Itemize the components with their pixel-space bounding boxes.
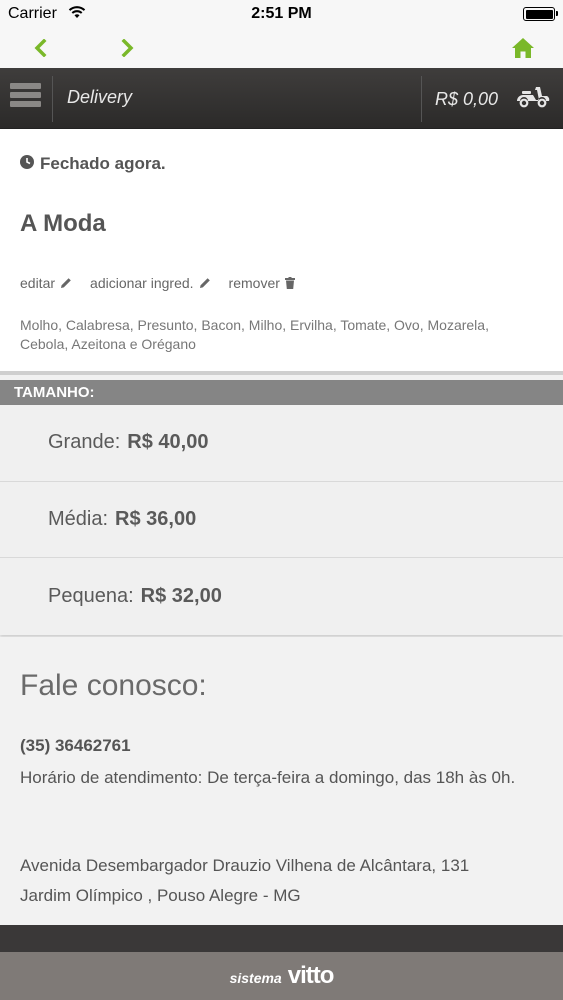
header-divider [52, 76, 53, 122]
ingredients-list: Molho, Calabresa, Presunto, Bacon, Milho… [20, 317, 489, 352]
contact-section: Fale conosco: (35) 36462761 Horário de a… [0, 637, 563, 925]
edit-button[interactable]: editar [20, 275, 72, 291]
size-price: R$ 40,00 [127, 431, 209, 454]
browser-nav-bar [0, 28, 563, 68]
remove-button[interactable]: remover [229, 275, 295, 291]
product-actions: editar adicionar ingred. remover [20, 275, 295, 291]
footer-strip [0, 925, 563, 955]
header-divider [421, 76, 422, 122]
back-arrow-icon[interactable] [26, 34, 54, 62]
size-section-label: TAMANHO: [0, 380, 563, 405]
pencil-icon [199, 278, 210, 288]
footer-prefix: sistema [229, 970, 282, 986]
address-line: Jardim Olímpico , Pouso Alegre - MG [20, 886, 301, 905]
product-card: Fechado agora. A Moda editar adicionar i… [0, 129, 563, 375]
product-name: A Moda [20, 210, 106, 237]
contact-title: Fale conosco: [20, 669, 207, 702]
menu-icon[interactable] [10, 83, 41, 113]
clock-icon [20, 154, 34, 174]
size-option-pequena[interactable]: Pequena: R$ 32,00 [0, 558, 563, 635]
app-header: Delivery R$ 0,00 [0, 68, 563, 129]
size-options: Grande: R$ 40,00 Média: R$ 36,00 Pequena… [0, 405, 563, 635]
contact-phone[interactable]: (35) 36462761 [20, 736, 131, 756]
size-name: Pequena: [48, 584, 134, 607]
size-name: Média: [48, 507, 109, 530]
size-price: R$ 36,00 [115, 507, 197, 530]
status-bar: Carrier 2:51 PM [0, 0, 563, 28]
pencil-icon [61, 278, 71, 288]
size-option-grande[interactable]: Grande: R$ 40,00 [0, 405, 563, 482]
header-title[interactable]: Delivery [67, 87, 132, 108]
trash-icon [284, 277, 295, 289]
size-option-media[interactable]: Média: R$ 36,00 [0, 482, 563, 558]
size-name: Grande: [48, 431, 121, 454]
remove-label: remover [228, 275, 280, 291]
battery-icon [523, 7, 558, 21]
store-status-text: Fechado agora. [40, 154, 166, 173]
scooter-icon[interactable] [516, 84, 550, 115]
add-ingredient-label: adicionar ingred. [90, 275, 194, 291]
footer-logo: vitto [287, 962, 335, 989]
forward-arrow-icon[interactable] [114, 34, 142, 62]
address-line: Avenida Desembargador Drauzio Vilhena de… [20, 856, 470, 875]
add-ingredient-button[interactable]: adicionar ingred. [90, 275, 211, 291]
store-status: Fechado agora. [20, 154, 166, 174]
contact-address: Avenida Desembargador Drauzio Vilhena de… [20, 851, 550, 911]
home-icon[interactable] [509, 34, 537, 62]
contact-hours: Horário de atendimento: De terça-feira a… [20, 768, 516, 787]
clock: 2:51 PM [251, 5, 312, 22]
cart-total[interactable]: R$ 0,00 [435, 89, 498, 110]
size-price: R$ 32,00 [140, 584, 222, 607]
edit-label: editar [20, 275, 56, 291]
footer-brand: sistema vitto [0, 952, 563, 1000]
